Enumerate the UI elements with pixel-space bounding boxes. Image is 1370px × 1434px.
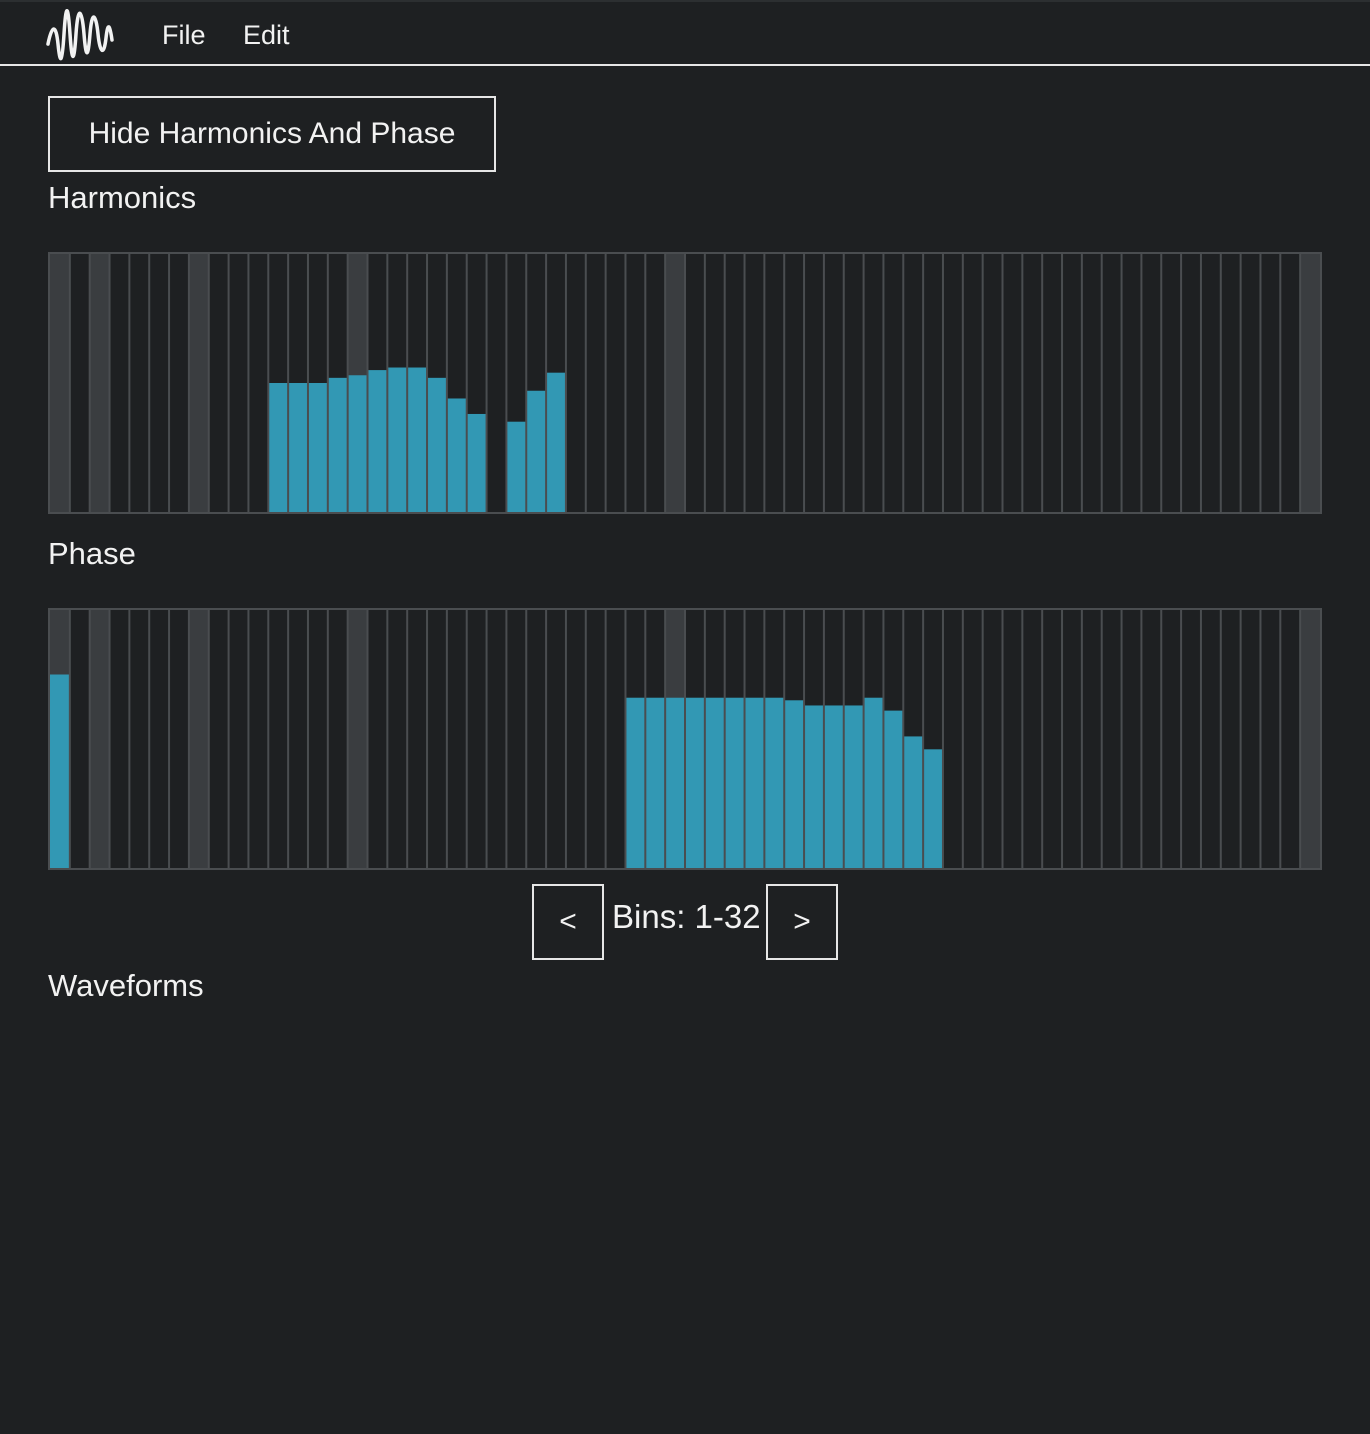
phase-bar-area[interactable]	[50, 610, 1324, 872]
harmonics-bin-highlight	[665, 254, 685, 512]
phase-bar[interactable]	[823, 705, 844, 868]
harmonics-bar[interactable]	[446, 398, 467, 512]
harmonics-bin-highlight	[1300, 254, 1320, 512]
harmonics-bar[interactable]	[367, 370, 388, 512]
phase-bar[interactable]	[903, 736, 924, 868]
phase-bin-highlight	[347, 610, 368, 868]
harmonics-bar[interactable]	[347, 375, 368, 512]
harmonics-bar[interactable]	[546, 372, 566, 512]
phase-bar[interactable]	[744, 697, 765, 868]
harmonics-bar[interactable]	[526, 390, 547, 512]
harmonics-bar[interactable]	[387, 367, 408, 512]
phase-bar[interactable]	[863, 697, 884, 868]
waveforms-heading: Waveforms	[48, 968, 204, 1003]
phase-bar[interactable]	[923, 749, 943, 868]
bins-range-label: Bins: 1-32	[612, 898, 761, 935]
harmonics-bins[interactable]	[48, 252, 1322, 514]
harmonics-bar[interactable]	[288, 383, 308, 512]
phase-bin-highlight	[89, 610, 110, 868]
phase-bar[interactable]	[704, 697, 725, 868]
harmonics-bin-highlight	[50, 254, 70, 512]
phase-bar[interactable]	[50, 674, 70, 869]
prev-bins-button[interactable]: <	[532, 884, 604, 960]
phase-bar[interactable]	[645, 697, 666, 868]
menu-file[interactable]: File	[162, 20, 206, 51]
waveform-logo-icon[interactable]	[46, 4, 114, 66]
phase-bin-highlight	[188, 610, 209, 868]
phase-bar[interactable]	[764, 697, 785, 868]
harmonics-bar[interactable]	[327, 377, 348, 512]
harmonics-bin-highlight	[188, 254, 209, 512]
menu-bar: File Edit	[0, 0, 1370, 66]
harmonics-bar[interactable]	[427, 377, 447, 512]
phase-bar[interactable]	[665, 697, 685, 868]
harmonics-bin-highlight	[89, 254, 110, 512]
phase-bar[interactable]	[784, 700, 805, 868]
phase-bin-highlight	[1300, 610, 1320, 868]
phase-bar[interactable]	[724, 697, 745, 868]
phase-bar[interactable]	[625, 697, 646, 868]
phase-heading: Phase	[48, 536, 136, 571]
phase-bar[interactable]	[883, 710, 904, 868]
harmonics-bar[interactable]	[466, 413, 487, 512]
harmonics-bar[interactable]	[506, 421, 527, 512]
phase-bar[interactable]	[804, 705, 824, 868]
harmonics-bar[interactable]	[307, 383, 328, 512]
harmonics-heading: Harmonics	[48, 180, 197, 215]
phase-bar[interactable]	[843, 705, 864, 868]
phase-bar[interactable]	[685, 697, 705, 868]
menu-edit[interactable]: Edit	[243, 20, 290, 51]
hide-harmonics-phase-button[interactable]: Hide Harmonics And Phase	[48, 96, 496, 172]
next-bins-button[interactable]: >	[766, 884, 838, 960]
harmonics-bar-area[interactable]	[50, 254, 1324, 516]
harmonics-bar[interactable]	[268, 383, 289, 512]
phase-bins[interactable]	[48, 608, 1322, 870]
harmonics-bar[interactable]	[407, 367, 428, 512]
